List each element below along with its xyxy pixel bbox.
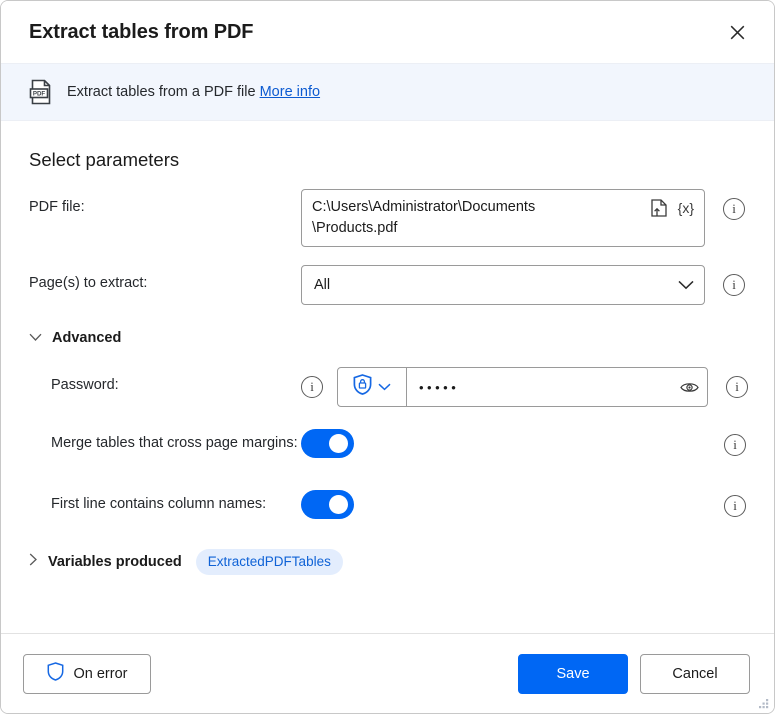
first-line-columns-label: First line contains column names: bbox=[51, 496, 267, 512]
merge-tables-label: Merge tables that cross page margins: bbox=[51, 435, 298, 451]
variable-chip[interactable]: ExtractedPDFTables bbox=[195, 549, 343, 575]
description-banner: PDF Extract tables from a PDF file More … bbox=[1, 63, 774, 121]
info-icon[interactable]: i bbox=[724, 495, 746, 517]
parameters-body: Select parameters PDF file: C:\Users\Adm… bbox=[1, 121, 774, 633]
dialog-titlebar: Extract tables from PDF bbox=[1, 1, 774, 63]
more-info-link[interactable]: More info bbox=[260, 84, 320, 100]
chevron-right-icon[interactable] bbox=[29, 553, 38, 571]
password-field-group: ••••• bbox=[337, 367, 708, 407]
section-title: Select parameters bbox=[29, 149, 180, 170]
cancel-button[interactable]: Cancel bbox=[640, 653, 750, 694]
password-mode-dropdown[interactable] bbox=[338, 368, 407, 406]
variables-produced-label[interactable]: Variables produced bbox=[48, 554, 182, 570]
info-icon[interactable]: i bbox=[723, 274, 745, 296]
advanced-section-toggle[interactable]: Advanced bbox=[29, 329, 121, 347]
info-icon[interactable]: i bbox=[724, 434, 746, 456]
save-button[interactable]: Save bbox=[518, 653, 628, 694]
toggle-knob bbox=[329, 495, 348, 514]
first-line-columns-row: First line contains column names: i bbox=[29, 490, 746, 519]
password-row: Password: i ••••• i bbox=[29, 367, 748, 407]
svg-text:PDF: PDF bbox=[33, 91, 46, 98]
password-label: Password: bbox=[51, 377, 119, 393]
page-title: Extract tables from PDF bbox=[29, 20, 254, 43]
password-input[interactable]: ••••• bbox=[407, 368, 707, 406]
dialog-footer: On error Save Cancel bbox=[1, 633, 774, 713]
pages-row: Page(s) to extract: All i bbox=[29, 265, 746, 305]
advanced-label: Advanced bbox=[52, 330, 122, 346]
file-select-icon[interactable] bbox=[648, 196, 670, 220]
resize-grip-icon[interactable] bbox=[755, 695, 769, 709]
pages-info-slot: i bbox=[723, 265, 745, 296]
pages-value: All bbox=[314, 276, 331, 293]
variable-picker-icon[interactable]: {x} bbox=[676, 200, 696, 216]
pdf-file-row: PDF file: C:\Users\Administrator\Documen… bbox=[29, 189, 746, 247]
pdf-file-info-slot: i bbox=[723, 189, 745, 220]
chevron-down-icon[interactable] bbox=[678, 266, 694, 304]
merge-tables-info-slot: i bbox=[724, 429, 746, 456]
variables-produced-section: Variables produced ExtractedPDFTables bbox=[29, 549, 746, 575]
pages-label: Page(s) to extract: bbox=[29, 275, 148, 291]
shield-lock-icon bbox=[353, 374, 372, 400]
chevron-down-icon bbox=[378, 378, 391, 396]
close-icon bbox=[730, 25, 745, 40]
on-error-label: On error bbox=[73, 665, 128, 682]
info-icon[interactable]: i bbox=[301, 376, 323, 398]
on-error-button[interactable]: On error bbox=[23, 653, 151, 694]
merge-tables-toggle[interactable] bbox=[301, 429, 354, 458]
pdf-file-icon: PDF bbox=[29, 79, 53, 105]
password-info-slot: i bbox=[726, 367, 748, 398]
merge-tables-row: Merge tables that cross page margins: i bbox=[29, 429, 746, 458]
password-value: ••••• bbox=[419, 379, 460, 395]
pdf-file-value: C:\Users\Administrator\Documents \Produc… bbox=[312, 199, 536, 236]
shield-icon bbox=[47, 662, 64, 685]
chevron-down-icon bbox=[29, 329, 42, 347]
extract-tables-dialog: Extract tables from PDF PDF Extract tabl… bbox=[0, 0, 775, 714]
pdf-file-label: PDF file: bbox=[29, 199, 85, 215]
password-left-info-slot: i bbox=[301, 367, 323, 398]
pages-dropdown[interactable]: All bbox=[301, 265, 705, 305]
eye-icon[interactable] bbox=[680, 368, 699, 406]
info-icon[interactable]: i bbox=[726, 376, 748, 398]
toggle-knob bbox=[329, 434, 348, 453]
banner-text: Extract tables from a PDF file More info bbox=[67, 84, 320, 100]
pdf-file-input[interactable]: C:\Users\Administrator\Documents \Produc… bbox=[301, 189, 705, 247]
first-line-columns-info-slot: i bbox=[724, 490, 746, 517]
close-button[interactable] bbox=[716, 12, 758, 52]
pdf-file-field-icons: {x} bbox=[648, 196, 696, 220]
banner-description: Extract tables from a PDF file bbox=[67, 84, 260, 100]
info-icon[interactable]: i bbox=[723, 198, 745, 220]
first-line-columns-toggle[interactable] bbox=[301, 490, 354, 519]
